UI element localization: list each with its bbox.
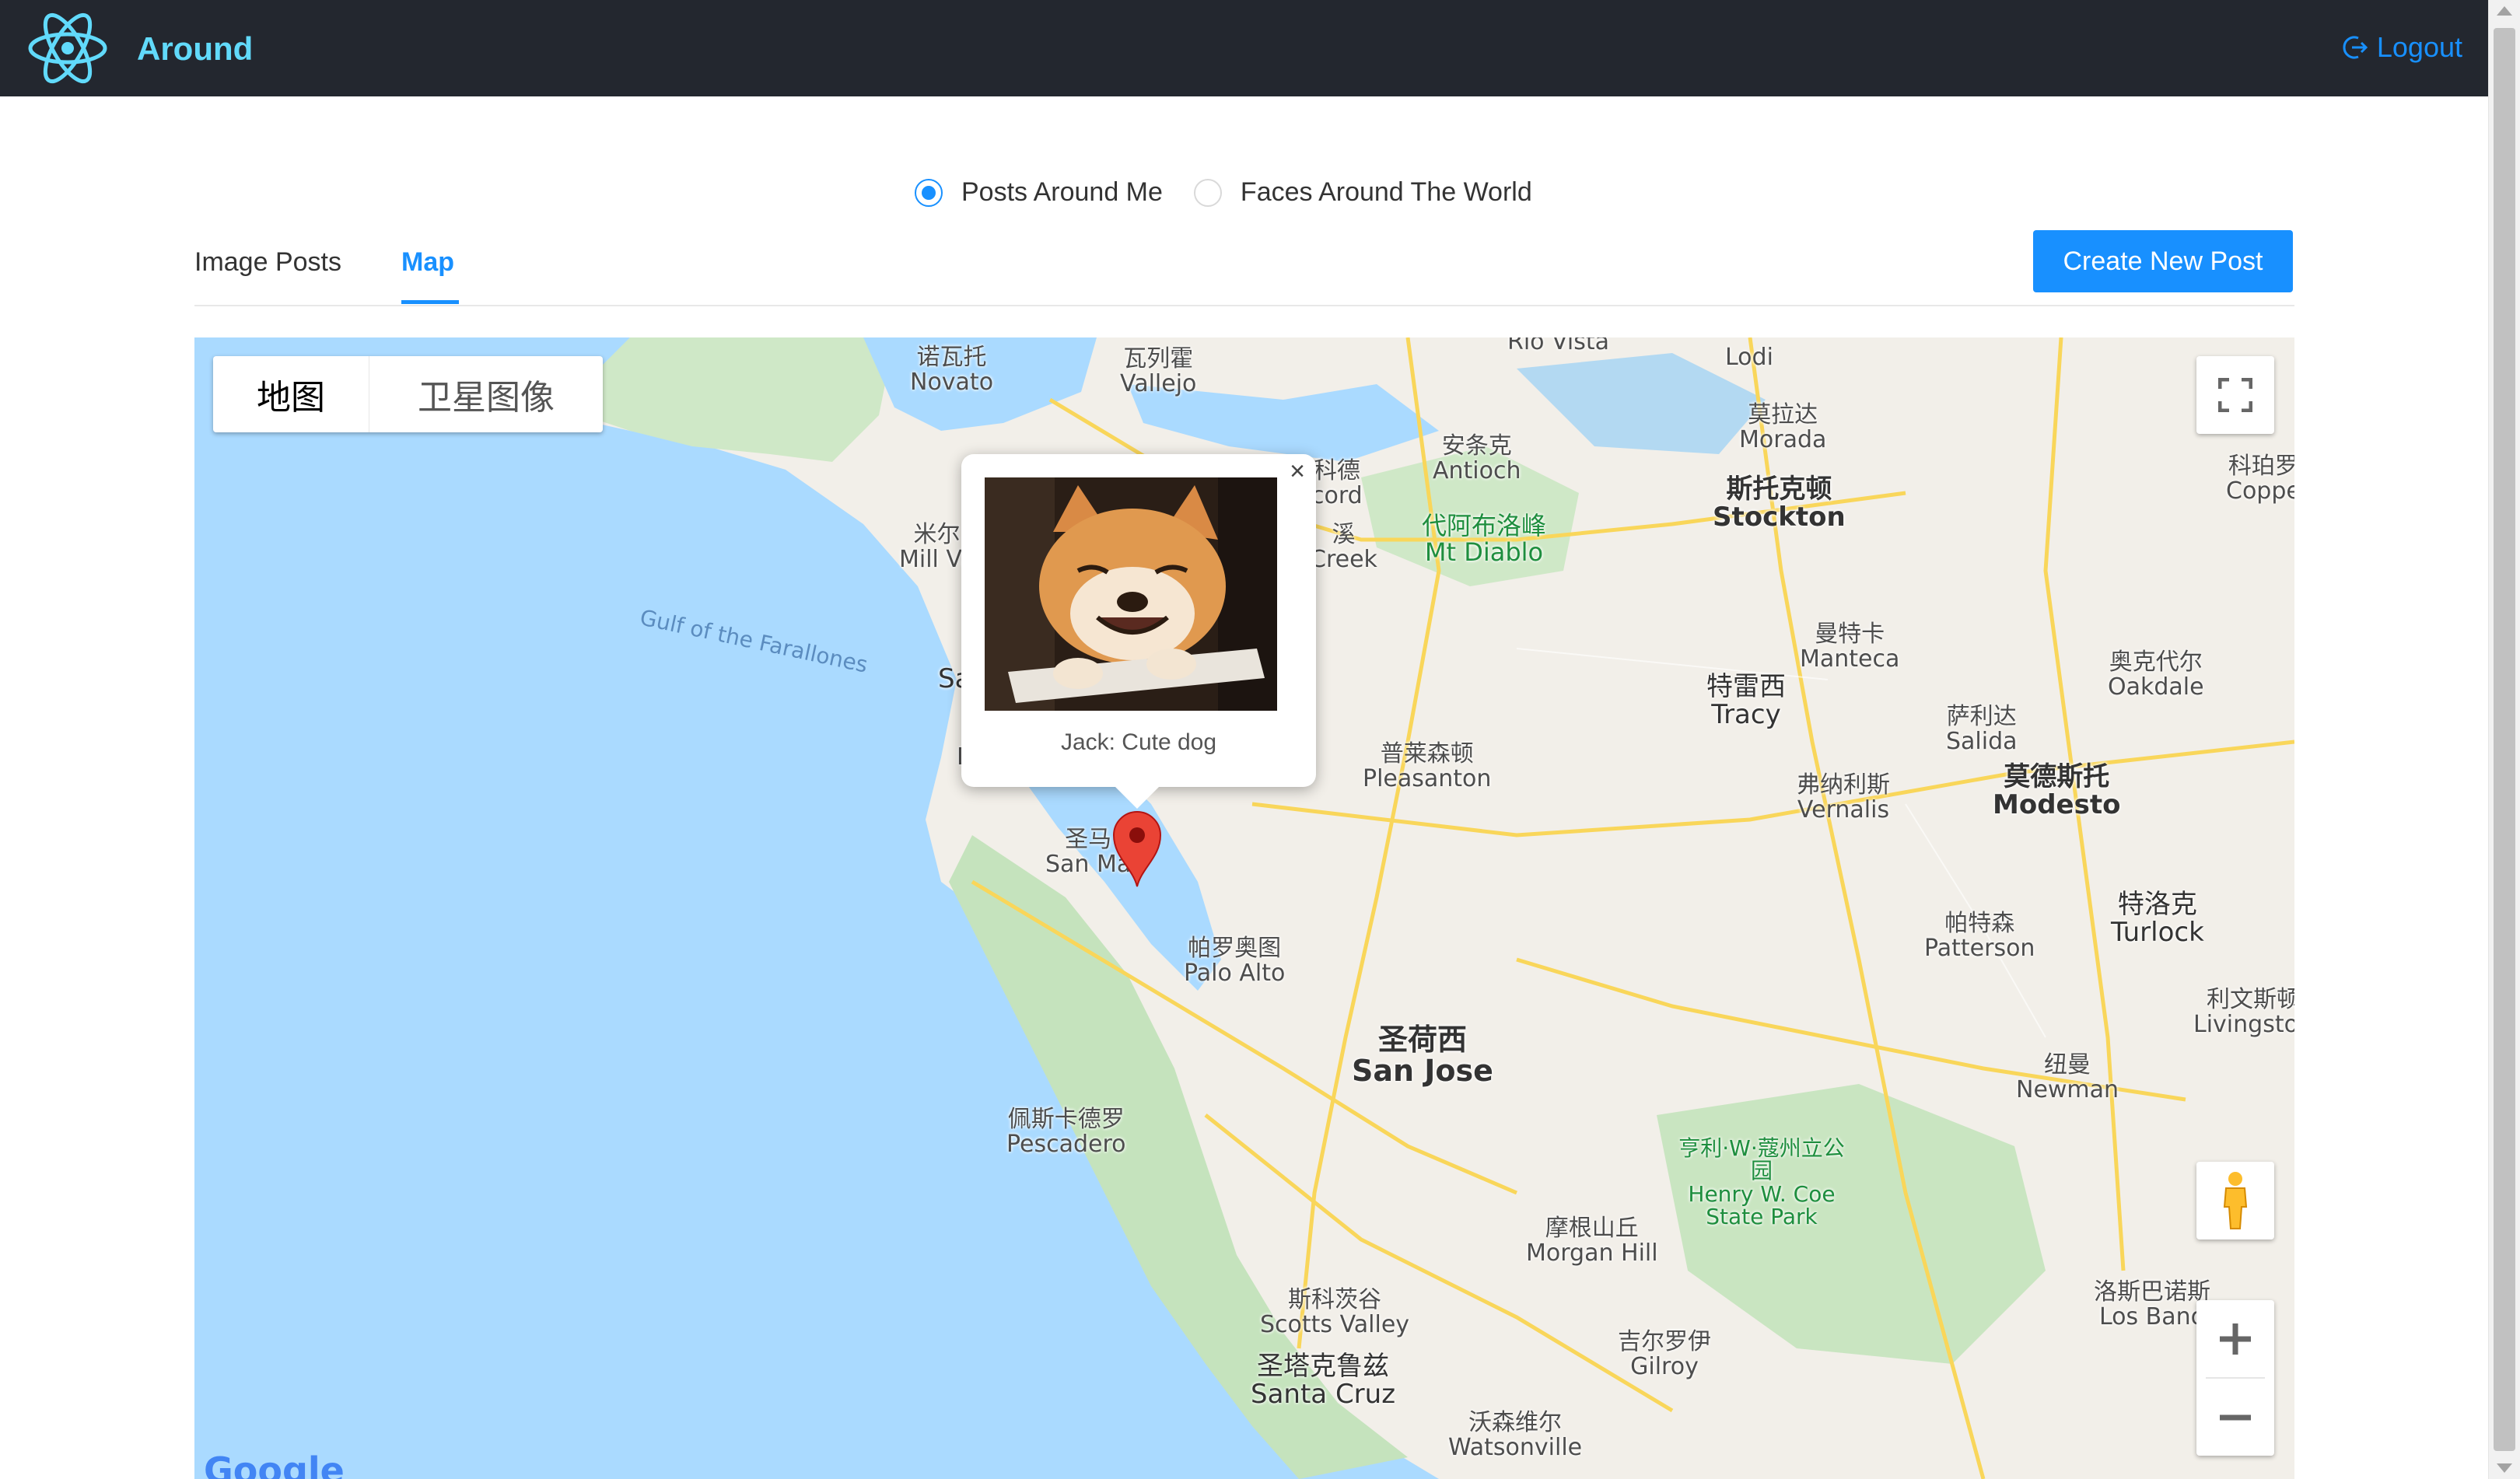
map-label-concord: 科德 cord — [1311, 457, 1363, 509]
map-type-map-button[interactable]: 地图 — [213, 356, 369, 432]
map-label-pescadero: 佩斯卡德罗 Pescadero — [1006, 1106, 1126, 1158]
post-info-window: × Jack: Cute dog — [961, 454, 1316, 809]
map-label-newman: 纽曼 Newman — [2016, 1051, 2119, 1103]
map-label-novato: 诺瓦托 Novato — [910, 344, 994, 396]
content-tabs: Image Posts Map — [194, 233, 2294, 306]
map-label-walnut-creek: 溪 Creek — [1310, 521, 1377, 573]
radio-faces-around-world[interactable]: Faces Around The World — [1193, 177, 1532, 208]
minus-icon — [2220, 1414, 2251, 1420]
topic-radio-group: Posts Around Me Faces Around The World — [915, 177, 1563, 208]
map-label-santa-cruz: 圣塔克鲁兹 Santa Cruz — [1251, 1351, 1396, 1410]
map-label-san-jose: 圣荷西 San Jose — [1352, 1023, 1493, 1088]
map-label-morgan-hill: 摩根山丘 Morgan Hill — [1526, 1215, 1658, 1267]
map-label-antioch: 安条克 Antioch — [1433, 432, 1521, 484]
map-label-gilroy: 吉尔罗伊 Gilroy — [1618, 1328, 1711, 1380]
map-label-patterson: 帕特森 Patterson — [1924, 910, 2035, 962]
fullscreen-icon — [2218, 378, 2252, 412]
location-marker-icon[interactable] — [1112, 810, 1162, 888]
page-scrollbar[interactable] — [2488, 0, 2520, 1479]
map-label-copperopolis: 科珀罗 Coppe — [2226, 453, 2294, 505]
radio-checked-icon[interactable] — [915, 178, 943, 207]
map-label-henry-coe-park: 亨利·W·蔻州立公园 Henry W. Coe State Park — [1678, 1135, 1845, 1230]
react-atom-logo-icon — [28, 12, 107, 84]
tab-map[interactable]: Map — [401, 247, 454, 278]
map-type-satellite-button[interactable]: 卫星图像 — [369, 356, 603, 432]
street-view-pegman-button[interactable] — [2196, 1162, 2274, 1239]
map-label-turlock: 特洛克 Turlock — [2111, 889, 2204, 948]
map-label-los-banos: 洛斯巴诺斯 Los Bano — [2094, 1278, 2210, 1330]
map-label-vallejo: 瓦列霍 Vallejo — [1120, 345, 1197, 397]
map-label-scotts-valley: 斯科茨谷 Scotts Valley — [1260, 1286, 1410, 1338]
zoom-control — [2196, 1300, 2274, 1456]
plus-icon — [2220, 1323, 2251, 1355]
post-image-shiba-dog[interactable] — [985, 477, 1277, 711]
map-label-modesto: 莫德斯托 Modesto — [1993, 761, 2121, 820]
scroll-down-arrow-icon[interactable] — [2497, 1463, 2512, 1473]
map-label-oakdale: 奥克代尔 Oakdale — [2108, 649, 2204, 701]
radio-label: Posts Around Me — [961, 177, 1163, 207]
create-new-post-button[interactable]: Create New Post — [2033, 230, 2293, 292]
app-title: Around — [137, 30, 254, 67]
scroll-thumb[interactable] — [2494, 28, 2515, 1451]
google-map[interactable]: 诺瓦托 Novato 瓦列霍 Vallejo Rio Vista Lodi 莫拉达 M… — [194, 337, 2294, 1479]
map-label-manteca: 曼特卡 Manteca — [1800, 621, 1900, 673]
radio-posts-around-me[interactable]: Posts Around Me — [915, 177, 1163, 208]
map-label-palo-alto: 帕罗奥图 Palo Alto — [1184, 935, 1286, 987]
zoom-in-button[interactable] — [2196, 1300, 2274, 1377]
logout-icon — [2343, 36, 2368, 59]
tab-image-posts[interactable]: Image Posts — [194, 247, 341, 278]
pegman-icon — [2223, 1172, 2248, 1229]
map-type-control: 地图 卫星图像 — [213, 356, 603, 432]
radio-unchecked-icon[interactable] — [1193, 178, 1222, 207]
active-tab-indicator — [401, 300, 459, 304]
top-nav-bar: Around Logout — [0, 0, 2489, 96]
map-label-salida: 萨利达 Salida — [1946, 703, 2018, 755]
fullscreen-button[interactable] — [2196, 356, 2274, 434]
map-label-stockton: 斯托克顿 Stockton — [1713, 474, 1846, 533]
zoom-out-button[interactable] — [2196, 1379, 2274, 1456]
radio-label: Faces Around The World — [1240, 177, 1532, 207]
logout-button[interactable]: Logout — [2341, 31, 2462, 64]
map-label-livingston: 利文斯顿Livingston — [2193, 986, 2294, 1038]
map-label-watsonville: 沃森维尔 Watsonville — [1448, 1409, 1583, 1461]
scroll-up-arrow-icon[interactable] — [2497, 6, 2512, 16]
logout-label: Logout — [2376, 31, 2462, 63]
map-label-rio-vista: Rio Vista — [1507, 337, 1610, 355]
map-label-lodi: Lodi — [1725, 344, 1773, 371]
map-label-vernalis: 弗纳利斯 Vernalis — [1797, 771, 1890, 823]
google-logo: Google — [204, 1449, 345, 1479]
map-label-morada: 莫拉达 Morada — [1739, 401, 1827, 453]
map-label-tracy: 特雷西 Tracy — [1706, 671, 1786, 730]
post-caption: Jack: Cute dog — [1060, 729, 1217, 755]
map-label-pleasanton: 普莱森顿 Pleasanton — [1363, 740, 1492, 792]
map-label-mt-diablo: 代阿布洛峰 Mt Diablo — [1422, 511, 1547, 567]
close-icon[interactable]: × — [1283, 457, 1311, 485]
